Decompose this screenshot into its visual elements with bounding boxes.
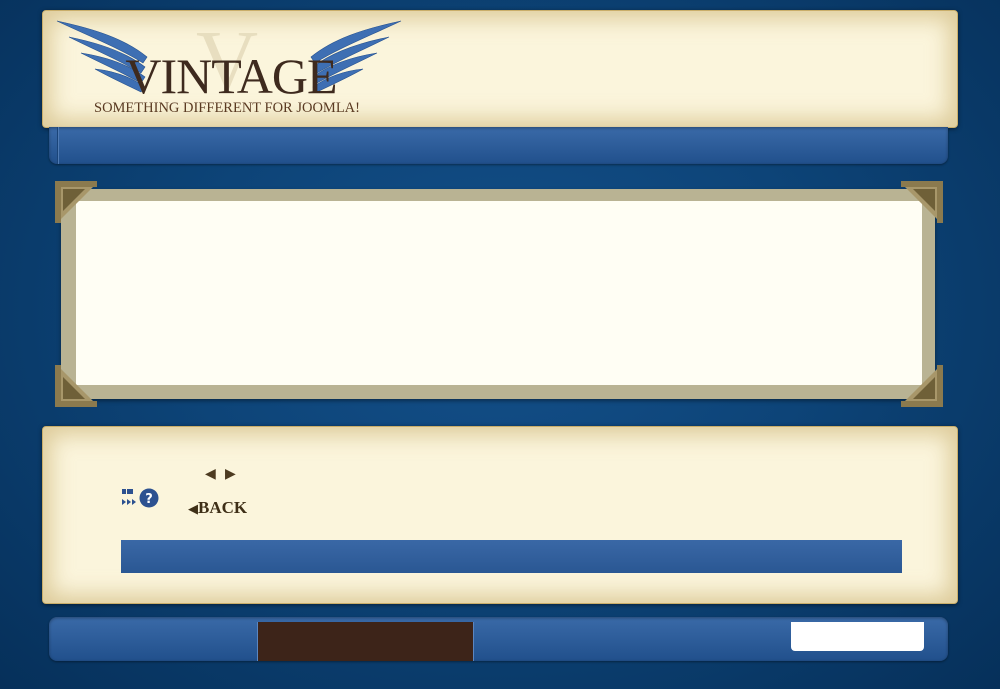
content-blue-bar bbox=[121, 540, 902, 573]
logo-title: VINTAGE bbox=[125, 48, 336, 104]
frame-corner-top-left-icon bbox=[55, 181, 97, 223]
top-navigation-bar bbox=[49, 127, 948, 164]
header-banner: V VINTAGE SOMETHING DIFFERENT FOR JOOMLA… bbox=[42, 10, 958, 128]
help-icon[interactable]: ? bbox=[139, 488, 159, 508]
footer-search-input[interactable] bbox=[791, 622, 924, 651]
frame-corner-bottom-left-icon bbox=[55, 365, 97, 407]
back-link[interactable]: ◀BACK bbox=[188, 498, 247, 518]
footer-tab[interactable] bbox=[257, 622, 474, 661]
content-area bbox=[42, 426, 958, 604]
previous-arrow-icon[interactable]: ◀ bbox=[205, 466, 216, 482]
frame-corner-bottom-right-icon bbox=[901, 365, 943, 407]
next-arrow-icon[interactable]: ▶ bbox=[225, 466, 236, 482]
back-label: BACK bbox=[198, 498, 248, 517]
resize-icon[interactable] bbox=[121, 488, 141, 508]
svg-text:?: ? bbox=[145, 492, 153, 507]
nav-divider bbox=[57, 127, 59, 164]
showcase-panel bbox=[76, 201, 922, 385]
vintage-logo: V VINTAGE SOMETHING DIFFERENT FOR JOOMLA… bbox=[56, 19, 402, 116]
logo-tagline: SOMETHING DIFFERENT FOR JOOMLA! bbox=[94, 100, 360, 116]
frame-corner-top-right-icon bbox=[901, 181, 943, 223]
back-arrow-icon: ◀ bbox=[188, 502, 198, 517]
